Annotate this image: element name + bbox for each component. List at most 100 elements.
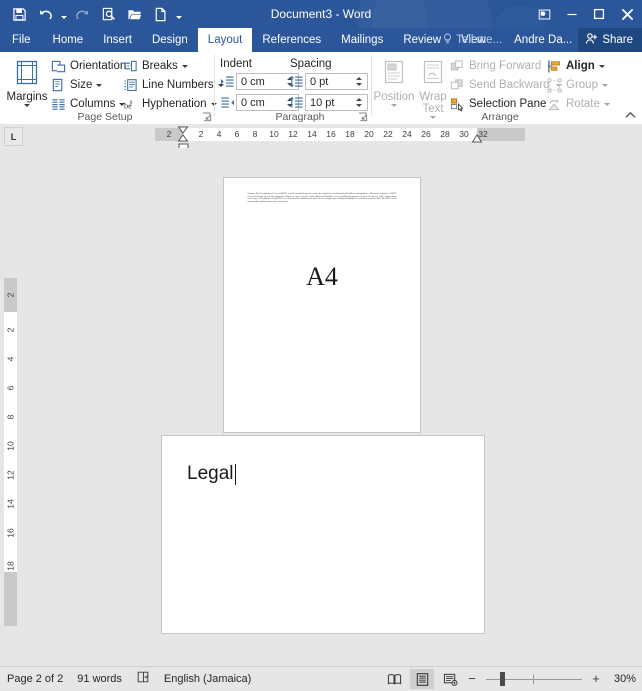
paragraph-dialog-launcher[interactable] xyxy=(358,110,369,122)
tab-references[interactable]: References xyxy=(252,28,331,52)
window-controls xyxy=(531,0,642,28)
group-separator-1 xyxy=(214,55,215,115)
ribbon-tab-bar: File Home Insert Design Layout Reference… xyxy=(0,28,642,52)
account-name[interactable]: Andre Da... xyxy=(508,28,578,52)
spacing-before-icon xyxy=(288,74,304,90)
tell-me-label: Tell me... xyxy=(456,34,503,46)
page-1[interactable]: Dynamic Host Configuration Protocol (DHC… xyxy=(223,177,421,433)
page-1-body-text[interactable]: Dynamic Host Configuration Protocol (DHC… xyxy=(248,193,397,203)
ruler-tick-28: 28 xyxy=(440,129,450,139)
web-layout-view-button[interactable] xyxy=(438,669,462,689)
indent-left-icon xyxy=(219,74,235,90)
margins-caret-icon[interactable] xyxy=(24,104,30,107)
indent-column-label: Indent xyxy=(220,58,252,70)
proofing-errors-icon[interactable] xyxy=(136,670,150,689)
orientation-label: Orientation xyxy=(70,60,127,72)
margins-button[interactable]: Margins xyxy=(4,57,50,107)
group-caret-icon[interactable] xyxy=(601,83,608,87)
page-indicator[interactable]: Page 2 of 2 xyxy=(7,673,63,685)
breaks-caret-icon[interactable] xyxy=(181,64,188,68)
ribbon: Margins Orientation Size Columns Breaks … xyxy=(0,52,642,125)
spacing-before-stepper[interactable] xyxy=(353,74,367,89)
tab-mailings[interactable]: Mailings xyxy=(331,28,393,52)
rotate-label: Rotate xyxy=(566,98,600,110)
columns-button[interactable]: Columns xyxy=(50,96,126,112)
spacing-after-stepper[interactable] xyxy=(353,95,367,110)
open-icon[interactable] xyxy=(121,2,147,26)
svg-text:a: a xyxy=(129,98,132,105)
document-canvas[interactable]: Dynamic Host Configuration Protocol (DHC… xyxy=(22,148,642,666)
ruler-tick-22: 22 xyxy=(383,129,393,139)
ribbon-tabs: File Home Insert Design Layout Reference… xyxy=(0,28,496,52)
right-indent-marker[interactable] xyxy=(471,134,483,143)
tab-stop-selector[interactable]: L xyxy=(4,127,23,146)
page-2-body-text[interactable]: Legal xyxy=(187,463,236,485)
tab-insert[interactable]: Insert xyxy=(93,28,142,52)
zoom-slider-handle[interactable] xyxy=(500,672,505,686)
breaks-button[interactable]: Breaks xyxy=(122,58,188,74)
zoom-out-button[interactable]: − xyxy=(466,669,478,689)
selection-pane-button[interactable]: Selection Pane xyxy=(449,96,546,112)
bring-forward-label: Bring Forward xyxy=(469,60,542,72)
ruler-tick-12: 12 xyxy=(288,129,298,139)
line-numbers-button[interactable]: Line Numbers xyxy=(122,77,224,93)
spacing-after-icon xyxy=(288,95,304,111)
ruler-tick-16: 16 xyxy=(326,129,336,139)
zoom-level[interactable]: 30% xyxy=(606,673,636,685)
save-icon[interactable] xyxy=(6,2,32,26)
page-2[interactable]: Legal xyxy=(161,435,485,634)
tab-design[interactable]: Design xyxy=(142,28,198,52)
align-label: Align xyxy=(566,60,595,72)
spacing-before-field[interactable]: 0 pt xyxy=(305,73,368,90)
tab-layout[interactable]: Layout xyxy=(197,28,253,52)
bring-forward-button[interactable]: Bring Forward xyxy=(449,58,554,74)
redo-icon xyxy=(69,2,95,26)
qat-customize-icon[interactable] xyxy=(173,2,184,26)
ruler-tick-14: 14 xyxy=(307,129,317,139)
tab-file[interactable]: File xyxy=(0,28,43,52)
zoom-in-button[interactable]: + xyxy=(590,669,602,689)
size-caret-icon[interactable] xyxy=(96,83,103,87)
zoom-slider[interactable] xyxy=(486,669,582,689)
new-icon[interactable] xyxy=(147,2,173,26)
spacing-before-value: 0 pt xyxy=(310,75,329,88)
page-1-size-label[interactable]: A4 xyxy=(224,262,420,292)
vruler-tick-16: 16 xyxy=(5,528,16,538)
horizontal-ruler-track: 2 2 4 6 8 10 12 14 16 18 20 22 24 26 28 … xyxy=(155,126,525,152)
close-icon[interactable] xyxy=(612,0,642,28)
undo-icon[interactable] xyxy=(32,2,58,26)
tab-home[interactable]: Home xyxy=(43,28,94,52)
minimize-icon[interactable] xyxy=(558,0,585,28)
ribbon-display-options-icon[interactable] xyxy=(531,0,558,28)
rotate-button[interactable]: Rotate xyxy=(546,96,610,112)
restore-icon[interactable] xyxy=(585,0,612,28)
print-preview-icon[interactable] xyxy=(95,2,121,26)
language-indicator[interactable]: English (Jamaica) xyxy=(164,673,251,685)
ruler-tick-30: 30 xyxy=(459,129,469,139)
size-button[interactable]: Size xyxy=(50,77,103,93)
vruler-tick-4: 4 xyxy=(5,356,16,362)
align-caret-icon[interactable] xyxy=(598,64,605,68)
position-caret-icon[interactable] xyxy=(391,104,397,107)
align-button[interactable]: Align xyxy=(546,58,605,74)
word-count[interactable]: 91 words xyxy=(77,673,122,685)
horizontal-ruler[interactable]: L 2 2 4 6 8 10 12 14 16 18 20 22 24 26 2… xyxy=(0,124,642,152)
breaks-label: Breaks xyxy=(142,60,178,72)
tell-me-box[interactable]: Tell me... xyxy=(438,28,508,52)
columns-label: Columns xyxy=(70,98,116,110)
vertical-ruler[interactable]: 2 2 4 6 8 10 12 14 16 18 xyxy=(0,148,22,666)
undo-dropdown-icon[interactable] xyxy=(58,2,69,26)
chevron-up-icon[interactable] xyxy=(624,109,637,122)
position-label: Position xyxy=(373,91,415,103)
group-button[interactable]: Group xyxy=(546,77,608,93)
rotate-caret-icon[interactable] xyxy=(603,102,610,106)
send-backward-button[interactable]: Send Backward xyxy=(449,77,562,93)
share-button[interactable]: Share xyxy=(578,28,642,52)
spacing-after-field[interactable]: 10 pt xyxy=(305,94,368,111)
read-mode-view-button[interactable] xyxy=(382,669,406,689)
breaks-icon xyxy=(122,58,138,74)
margins-label: Margins xyxy=(6,91,48,103)
zoom-slider-midpoint xyxy=(533,675,534,684)
print-layout-view-button[interactable] xyxy=(410,669,434,689)
page-setup-dialog-launcher[interactable] xyxy=(202,110,213,122)
